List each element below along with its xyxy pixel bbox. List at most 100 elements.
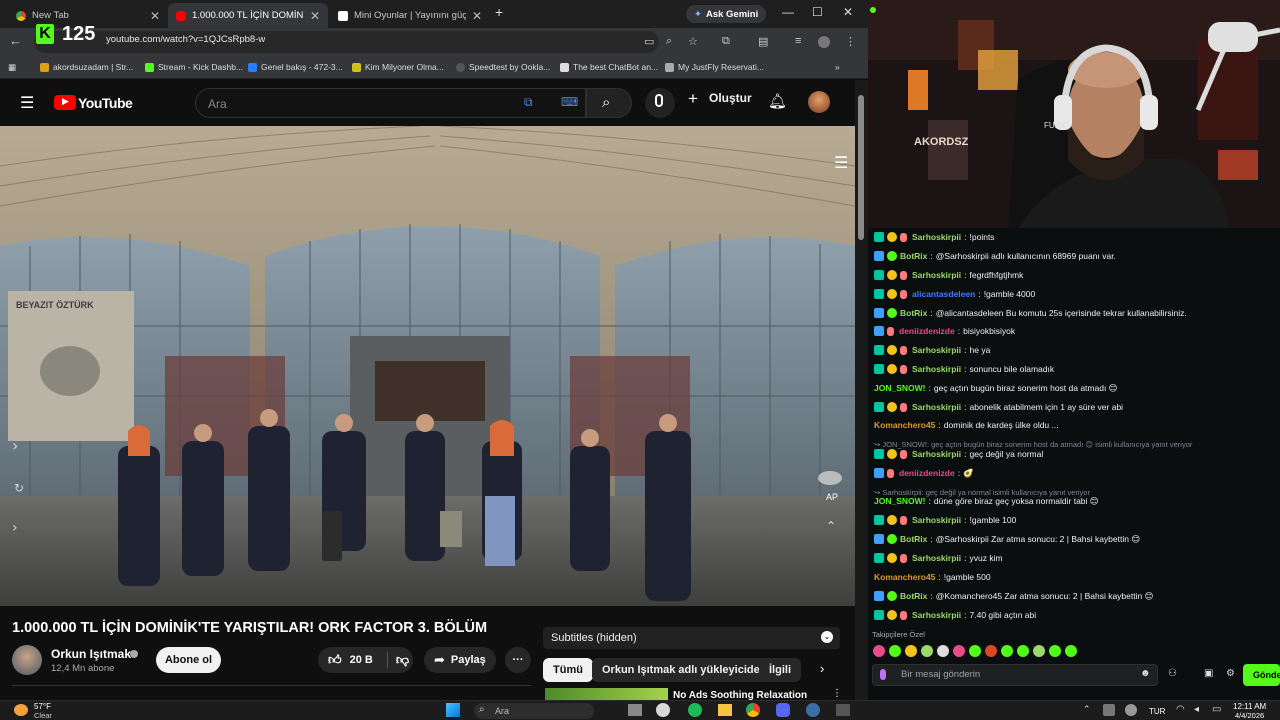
chat-username[interactable]: BotRix <box>900 251 927 261</box>
menu-dots-icon[interactable]: ⋮ <box>845 35 856 48</box>
tab-youtube-video[interactable]: 1.000.000 TL İÇİN DOMİNİK'TE ✕ <box>168 3 328 28</box>
bookmark-item[interactable]: The best ChatBot an... <box>560 62 658 72</box>
star-icon[interactable]: ☆ <box>688 35 698 48</box>
tray-icon[interactable] <box>1125 704 1137 716</box>
new-tab-button[interactable]: + <box>495 4 503 20</box>
search-input[interactable]: Ara ⧉ ⌨ <box>195 88 586 118</box>
bookmark-item[interactable]: Stream - Kick Dashb... <box>145 62 243 72</box>
chrome-icon[interactable] <box>746 703 760 717</box>
apps-icon[interactable]: ▦ <box>8 62 16 73</box>
ask-gemini-button[interactable]: ✦ Ask Gemini <box>686 5 767 23</box>
chat-username[interactable]: JON_SNOW! <box>874 383 925 393</box>
bell-icon[interactable]: 🔔︎ <box>768 92 787 110</box>
recommended-thumbnail[interactable] <box>545 688 668 700</box>
chat-username[interactable]: Sarhoskirpii <box>912 553 961 563</box>
emote-icon[interactable] <box>873 645 885 657</box>
chat-username[interactable]: BotRix <box>900 534 927 544</box>
close-icon[interactable]: ✕ <box>150 9 160 23</box>
emote-icon[interactable] <box>937 645 949 657</box>
tray-chevron-icon[interactable]: ⌃ <box>1083 704 1091 715</box>
emote-icon[interactable] <box>953 645 965 657</box>
close-icon[interactable]: ✕ <box>310 9 320 23</box>
sidepanel-icon[interactable]: ▤ <box>758 35 768 48</box>
steam-icon[interactable] <box>806 703 820 717</box>
zoom-icon[interactable]: ⌕ <box>666 35 672 48</box>
profile-icon[interactable] <box>818 36 830 48</box>
chat-username[interactable]: Sarhoskirpii <box>912 515 961 525</box>
emote-icon[interactable] <box>1017 645 1029 657</box>
like-icon[interactable]: 👍︎ <box>328 652 342 668</box>
discord-icon[interactable] <box>776 703 790 717</box>
minimize-icon[interactable]: — <box>782 5 794 19</box>
avatar[interactable] <box>808 91 830 113</box>
emote-icon[interactable] <box>1001 645 1013 657</box>
chat-username[interactable]: Sarhoskirpii <box>912 449 961 459</box>
weather-icon[interactable] <box>14 704 28 716</box>
chat-username[interactable]: deniizdenizde <box>899 468 955 478</box>
toggle-icon[interactable] <box>818 471 842 485</box>
app-icon[interactable] <box>656 703 670 717</box>
dislike-icon[interactable]: 👎︎ <box>396 652 409 668</box>
playlist-icon[interactable]: ☰ <box>834 153 848 172</box>
chat-username[interactable]: Komanchero45 <box>874 572 935 582</box>
close-icon[interactable]: ✕ <box>472 9 482 23</box>
points-icon[interactable]: ⚇ <box>1168 668 1177 679</box>
maximize-icon[interactable]: ☐ <box>812 5 823 19</box>
back-arrow-icon[interactable]: ← <box>9 33 22 48</box>
like-count[interactable]: 20 B <box>350 654 373 666</box>
clock-date[interactable]: 4/4/2026 <box>1235 711 1264 720</box>
wifi-icon[interactable]: ◠ <box>1176 704 1185 715</box>
channel-name[interactable]: Orkun Işıtmak <box>51 647 131 661</box>
recommended-title[interactable]: No Ads Soothing Relaxation <box>673 690 807 700</box>
translate-icon[interactable]: ⧉ <box>524 95 533 110</box>
scrollbar-thumb[interactable] <box>858 95 864 240</box>
subscribe-button[interactable]: Abone ol <box>156 647 221 673</box>
emote-icon[interactable] <box>921 645 933 657</box>
prev-arrow-icon[interactable]: › <box>12 436 18 455</box>
bookmark-item[interactable]: Speedtest by Ookla... <box>456 62 550 72</box>
spotify-icon[interactable] <box>688 703 702 717</box>
arrow-icon[interactable]: › <box>12 520 18 536</box>
chat-username[interactable]: JON_SNOW! <box>874 496 925 506</box>
close-window-icon[interactable]: ✕ <box>843 5 853 19</box>
url-text[interactable]: youtube.com/watch?v=1QJCsRpb8-w <box>106 34 265 45</box>
emote-icon[interactable] <box>1033 645 1045 657</box>
chip-uploader[interactable]: Orkun Işıtmak adlı yükleyiciden <box>592 658 777 682</box>
chat-username[interactable]: Sarhoskirpii <box>912 610 961 620</box>
chat-username[interactable]: Sarhoskirpii <box>912 402 961 412</box>
emote-icon[interactable] <box>905 645 917 657</box>
channel-avatar[interactable] <box>12 645 42 675</box>
gear-icon[interactable]: ⚙ <box>1226 668 1235 679</box>
chip-related[interactable]: İlgili <box>759 658 801 682</box>
language-indicator[interactable]: TUR <box>1149 707 1165 716</box>
chat-username[interactable]: Komanchero45 <box>874 420 935 430</box>
volume-icon[interactable]: ◂ <box>1194 704 1199 715</box>
hamburger-menu-icon[interactable]: ☰ <box>20 93 34 113</box>
extensions-icon[interactable]: ⧉ <box>722 35 730 48</box>
emoji-icon[interactable]: ☻ <box>1140 668 1151 679</box>
voice-search-button[interactable] <box>645 88 675 118</box>
chevron-down-icon[interactable]: ⌄ <box>821 631 833 643</box>
share-button[interactable]: ➦ Paylaş <box>424 647 496 673</box>
chevron-right-icon[interactable]: › <box>820 661 824 676</box>
chat-username[interactable]: Sarhoskirpii <box>912 345 961 355</box>
send-button[interactable]: Gönde <box>1243 664 1280 686</box>
chat-username[interactable]: BotRix <box>900 308 927 318</box>
emote-icon[interactable] <box>985 645 997 657</box>
plus-icon[interactable]: + <box>688 89 698 109</box>
bookmark-item[interactable]: Genel bakış - 472-3... <box>248 62 343 72</box>
bookmark-item[interactable]: My JustFly Reservati... <box>665 62 764 72</box>
more-actions-button[interactable]: ··· <box>505 647 531 673</box>
description-box[interactable] <box>12 685 531 695</box>
folder-icon[interactable] <box>718 704 732 716</box>
chat-username[interactable]: Sarhoskirpii <box>912 364 961 374</box>
chevron-up-icon[interactable]: ⌃ <box>826 519 836 533</box>
more-bookmarks-icon[interactable]: » <box>835 62 840 72</box>
shop-icon[interactable]: ▣ <box>1204 668 1213 679</box>
search-button[interactable]: ⌕ <box>586 88 632 118</box>
emote-icon[interactable] <box>1049 645 1061 657</box>
video-player[interactable]: BEYAZIT ÖZTÜRK ☰ › ↻ › AP ⌃ <box>0 126 855 606</box>
replay-icon[interactable]: ↻ <box>14 481 24 495</box>
taskbar-search[interactable] <box>474 703 594 719</box>
chip-all[interactable]: Tümü <box>543 658 593 682</box>
